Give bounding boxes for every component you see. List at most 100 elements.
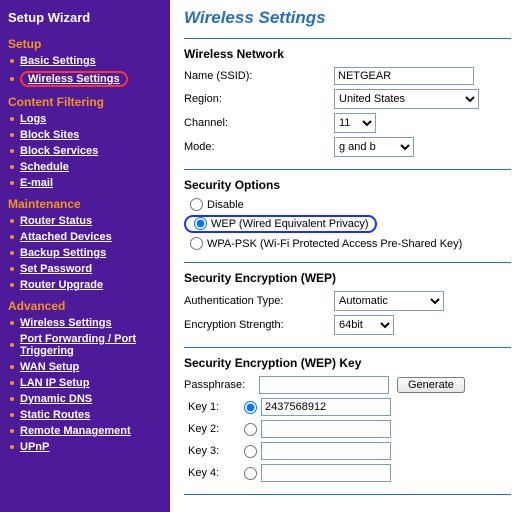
region-select[interactable]: United States [334, 89, 479, 109]
ssid-input[interactable] [334, 67, 474, 85]
sidebar-item-dynamic-dns[interactable]: Dynamic DNS [0, 391, 170, 407]
sidebar-link[interactable]: Attached Devices [20, 231, 112, 243]
generate-button[interactable]: Generate [397, 377, 465, 393]
enc-strength-select[interactable]: 64bit [334, 315, 394, 335]
sidebar-link[interactable]: E-mail [20, 177, 53, 189]
bullet-icon [10, 181, 14, 185]
sidebar-link[interactable]: Router Upgrade [20, 279, 103, 291]
bullet-icon [10, 235, 14, 239]
sidebar-link[interactable]: Static Routes [20, 409, 90, 421]
channel-select[interactable]: 11 [334, 113, 376, 133]
key2-label: Key 2: [184, 423, 244, 435]
sidebar-item-remote-management[interactable]: Remote Management [0, 423, 170, 439]
sidebar-item-backup-settings[interactable]: Backup Settings [0, 245, 170, 261]
sidebar-link[interactable]: Block Services [20, 145, 98, 157]
radio-key2[interactable] [244, 423, 257, 436]
row-key3: Key 3: [184, 440, 511, 462]
row-auth-type: Authentication Type: Automatic [184, 289, 511, 313]
sidebar-item-lan-ip-setup[interactable]: LAN IP Setup [0, 375, 170, 391]
bullet-icon [10, 165, 14, 169]
sidebar-item-upnp[interactable]: UPnP [0, 439, 170, 455]
sidebar-link[interactable]: Wireless Settings [20, 317, 112, 329]
bullet-icon [10, 429, 14, 433]
sidebar-link[interactable]: Schedule [20, 161, 69, 173]
passphrase-input[interactable] [259, 376, 389, 394]
sidebar-item-email[interactable]: E-mail [0, 175, 170, 191]
sidebar-link[interactable]: LAN IP Setup [20, 377, 89, 389]
sidebar-item-wireless-settings[interactable]: Wireless Settings [0, 69, 170, 89]
radio-wep[interactable] [194, 217, 207, 230]
divider [184, 262, 511, 263]
sidebar-item-router-status[interactable]: Router Status [0, 213, 170, 229]
sidebar-link[interactable]: Set Password [20, 263, 92, 275]
sidebar-item-wan-setup[interactable]: WAN Setup [0, 359, 170, 375]
section-security-enc: Security Encryption (WEP) [184, 271, 511, 285]
key4-input[interactable] [261, 464, 391, 482]
bullet-icon [10, 413, 14, 417]
key3-label: Key 3: [184, 445, 244, 457]
enc-strength-label: Encryption Strength: [184, 319, 334, 331]
section-wep-key: Security Encryption (WEP) Key [184, 356, 511, 370]
key3-input[interactable] [261, 442, 391, 460]
auth-type-select[interactable]: Automatic [334, 291, 444, 311]
sidebar-item-logs[interactable]: Logs [0, 111, 170, 127]
bullet-icon [10, 251, 14, 255]
sidebar-item-port-forwarding[interactable]: Port Forwarding / Port Triggering [0, 331, 170, 359]
sidebar-link[interactable]: Port Forwarding / Port Triggering [20, 333, 164, 357]
bullet-icon [10, 219, 14, 223]
radio-wep-label: WEP (Wired Equivalent Privacy) [211, 218, 369, 230]
radio-wpa[interactable] [190, 237, 203, 250]
sidebar-item-schedule[interactable]: Schedule [0, 159, 170, 175]
main-content: Wireless Settings Wireless Network Name … [170, 0, 523, 512]
sidebar-item-basic-settings[interactable]: Basic Settings [0, 53, 170, 69]
bullet-icon [10, 267, 14, 271]
divider [184, 494, 511, 495]
radio-disable[interactable] [190, 198, 203, 211]
sidebar-item-attached-devices[interactable]: Attached Devices [0, 229, 170, 245]
sidebar-link[interactable]: UPnP [20, 441, 49, 453]
sidebar-link[interactable]: Basic Settings [20, 55, 96, 67]
section-wireless-network: Wireless Network [184, 47, 511, 61]
sidebar-item-router-upgrade[interactable]: Router Upgrade [0, 277, 170, 293]
radio-key1[interactable] [244, 401, 257, 414]
sidebar-link[interactable]: WAN Setup [20, 361, 79, 373]
sidebar-link[interactable]: Wireless Settings [20, 71, 128, 87]
sidebar-item-static-routes[interactable]: Static Routes [0, 407, 170, 423]
key2-input[interactable] [261, 420, 391, 438]
sidebar-link[interactable]: Backup Settings [20, 247, 106, 259]
row-region: Region: United States [184, 87, 511, 111]
key1-input[interactable] [261, 398, 391, 416]
row-key1: Key 1: [184, 396, 511, 418]
channel-label: Channel: [184, 117, 334, 129]
radio-disable-label: Disable [207, 199, 244, 211]
radio-key3[interactable] [244, 445, 257, 458]
key1-label: Key 1: [184, 401, 244, 413]
sidebar-link[interactable]: Dynamic DNS [20, 393, 92, 405]
row-enc-strength: Encryption Strength: 64bit [184, 313, 511, 337]
sidebar-item-block-services[interactable]: Block Services [0, 143, 170, 159]
mode-select[interactable]: g and b [334, 137, 414, 157]
passphrase-label: Passphrase: [184, 379, 259, 391]
row-mode: Mode: g and b [184, 135, 511, 159]
page-title: Wireless Settings [184, 8, 511, 28]
sidebar-item-block-sites[interactable]: Block Sites [0, 127, 170, 143]
radio-wpa-label: WPA-PSK (Wi-Fi Protected Access Pre-Shar… [207, 238, 462, 250]
sidebar-header: Setup Wizard [0, 6, 170, 31]
divider [184, 38, 511, 39]
bullet-icon [10, 343, 14, 347]
row-channel: Channel: 11 [184, 111, 511, 135]
row-passphrase: Passphrase: Generate [184, 374, 511, 396]
sidebar-item-adv-wireless[interactable]: Wireless Settings [0, 315, 170, 331]
sidebar-link[interactable]: Router Status [20, 215, 92, 227]
sidebar-section-advanced: Advanced [0, 293, 170, 315]
radio-key4[interactable] [244, 467, 257, 480]
divider [184, 347, 511, 348]
sidebar-link[interactable]: Logs [20, 113, 46, 125]
wep-highlight: WEP (Wired Equivalent Privacy) [184, 215, 377, 233]
sidebar-link[interactable]: Block Sites [20, 129, 79, 141]
sidebar-item-set-password[interactable]: Set Password [0, 261, 170, 277]
row-key4: Key 4: [184, 462, 511, 484]
sidebar-link[interactable]: Remote Management [20, 425, 131, 437]
bullet-icon [10, 149, 14, 153]
row-ssid: Name (SSID): [184, 65, 511, 87]
